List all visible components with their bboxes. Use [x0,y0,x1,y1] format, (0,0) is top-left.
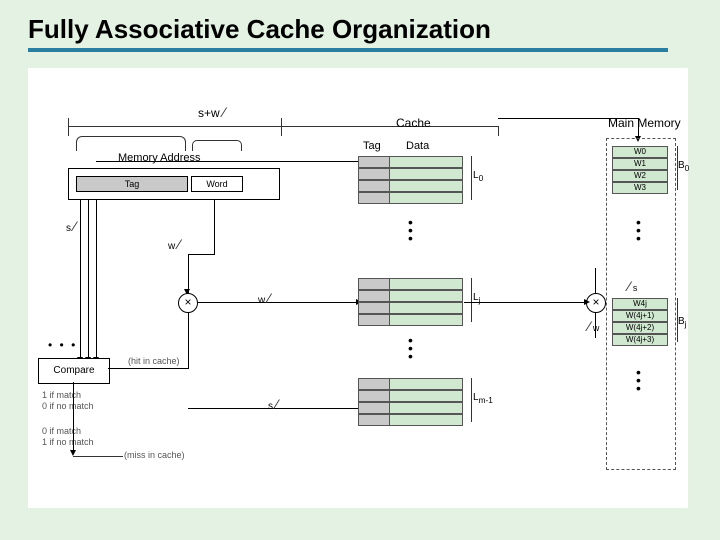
wire [188,254,189,294]
mem-word: W3 [612,182,668,194]
s-label: s ⁄ [66,218,76,234]
cache-line-0 [358,156,463,204]
word-brace [192,140,242,151]
nomatch-text-1: 1 if no match [42,437,94,447]
cache-line-j [358,278,463,326]
vertical-dots-icon: ••• [636,218,641,242]
mem-word: W1 [612,158,668,170]
tag-brace [76,136,186,151]
brace [465,378,472,422]
tag-field: Tag [76,176,188,192]
nomatch-text-0: 0 if match [42,426,81,436]
arrow-icon [584,299,590,305]
Lj-label: Lj [473,292,480,305]
brace [465,156,472,200]
hit-label: (hit in cache) [128,356,180,366]
wire [73,382,74,452]
match-text-1: 1 if match [42,390,81,400]
diagram: s+w ⁄ Memory Address Tag Word s ⁄ • • • … [28,68,688,508]
wire [464,302,586,303]
wire [595,268,596,294]
compare-box: Compare [38,358,110,384]
Bj-label: Bj [678,316,687,329]
mem-word: W2 [612,170,668,182]
sw-label: s+w ⁄ [198,104,225,120]
word-field: Word [191,176,243,192]
mem-block-0: W0 W1 W2 W3 [612,146,668,194]
wire [68,118,69,136]
match-text-0: 0 if no match [42,401,94,411]
multiply-node-icon: × [178,293,198,313]
mem-word: W(4j+2) [612,322,668,334]
wire [188,254,215,255]
miss-label: (miss in cache) [124,450,185,460]
wire [281,118,282,136]
cache-title: Cache [396,116,431,130]
vertical-dots-icon: ••• [636,368,641,392]
mem-word: W4j [612,298,668,310]
Lm1-label: Lm-1 [473,392,493,405]
wire [214,200,215,255]
wire [96,200,97,360]
memory-address-label: Memory Address [118,152,201,164]
wire [198,302,358,303]
wire [88,200,89,360]
cache-line-m1 [358,378,463,426]
cache-tag-header: Tag [363,140,381,152]
mem-block-j: W4j W(4j+1) W(4j+2) W(4j+3) [612,298,668,346]
mem-word: W0 [612,146,668,158]
brace [465,278,472,322]
s-label: s ⁄ [268,396,278,412]
main-memory-title: Main Memory [608,116,681,130]
page-title: Fully Associative Cache Organization [28,14,491,45]
wire [188,312,189,369]
w-label: ⁄ w [588,318,599,334]
mem-word: W(4j+3) [612,334,668,346]
B0-label: B0 [678,160,689,173]
wire [108,368,188,369]
L0-label: L0 [473,170,483,183]
wire [73,456,123,457]
wire [96,161,358,162]
w-label: w ⁄ [168,236,180,252]
cache-data-header: Data [406,140,429,152]
sw-span-r [498,126,499,136]
vertical-dots-icon: ••• [408,218,413,242]
vertical-dots-icon: ••• [408,336,413,360]
ellipsis: • • • [48,338,77,352]
mem-word: W(4j+1) [612,310,668,322]
w-label: w ⁄ [258,290,270,306]
title-underline [28,48,668,52]
wire [80,200,81,360]
